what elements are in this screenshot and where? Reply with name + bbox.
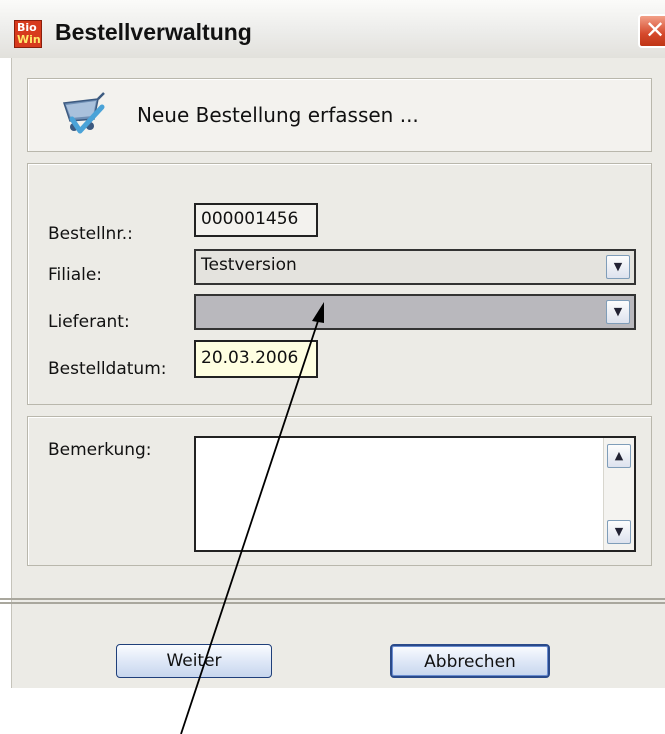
chevron-down-icon: ▼ (613, 305, 623, 318)
remark-scrollbar[interactable]: ▲ ▼ (603, 438, 634, 550)
chevron-down-icon: ▼ (613, 260, 623, 273)
app-logo-line2: Win (17, 33, 41, 46)
window-title: Bestellverwaltung (55, 19, 252, 45)
chevron-down-icon: ▼ (614, 525, 624, 538)
order-number-label: Bestellnr.: (48, 224, 133, 244)
header-title: Neue Bestellung erfassen ... (137, 103, 419, 127)
scroll-down-button[interactable]: ▼ (607, 520, 631, 544)
app-logo-icon: Bio Win (14, 20, 42, 48)
dialog-window: Bio Win Bestellverwaltung ✕ Neue Bestell… (0, 0, 665, 734)
title-bar[interactable]: Bio Win Bestellverwaltung ✕ (0, 0, 665, 59)
branch-label: Filiale: (48, 265, 103, 285)
order-date-label: Bestelldatum: (48, 359, 167, 379)
chevron-up-icon: ▲ (614, 449, 624, 462)
window-bottom-area (0, 688, 665, 734)
separator-line (0, 598, 665, 600)
order-number-field[interactable]: 000001456 (194, 203, 318, 237)
remark-textarea[interactable]: ▲ ▼ (194, 436, 636, 552)
cancel-button[interactable]: Abbrechen (390, 644, 550, 678)
branch-select-value: Testversion (201, 255, 297, 275)
close-button[interactable]: ✕ (638, 14, 665, 48)
supplier-label: Lieferant: (48, 312, 130, 332)
header-panel: Neue Bestellung erfassen ... (27, 78, 652, 152)
window-left-edge (0, 58, 12, 688)
supplier-dropdown-button[interactable]: ▼ (606, 300, 630, 324)
scroll-up-button[interactable]: ▲ (607, 444, 631, 468)
branch-dropdown-button[interactable]: ▼ (606, 255, 630, 279)
next-button[interactable]: Weiter (116, 644, 272, 678)
branch-select[interactable]: Testversion ▼ (194, 249, 636, 285)
supplier-select[interactable]: ▼ (194, 294, 636, 330)
separator-line (0, 602, 665, 604)
close-icon: ✕ (644, 16, 665, 44)
remark-label: Bemerkung: (48, 440, 152, 460)
cart-check-icon (62, 92, 105, 134)
order-date-field[interactable]: 20.03.2006 (194, 340, 318, 378)
